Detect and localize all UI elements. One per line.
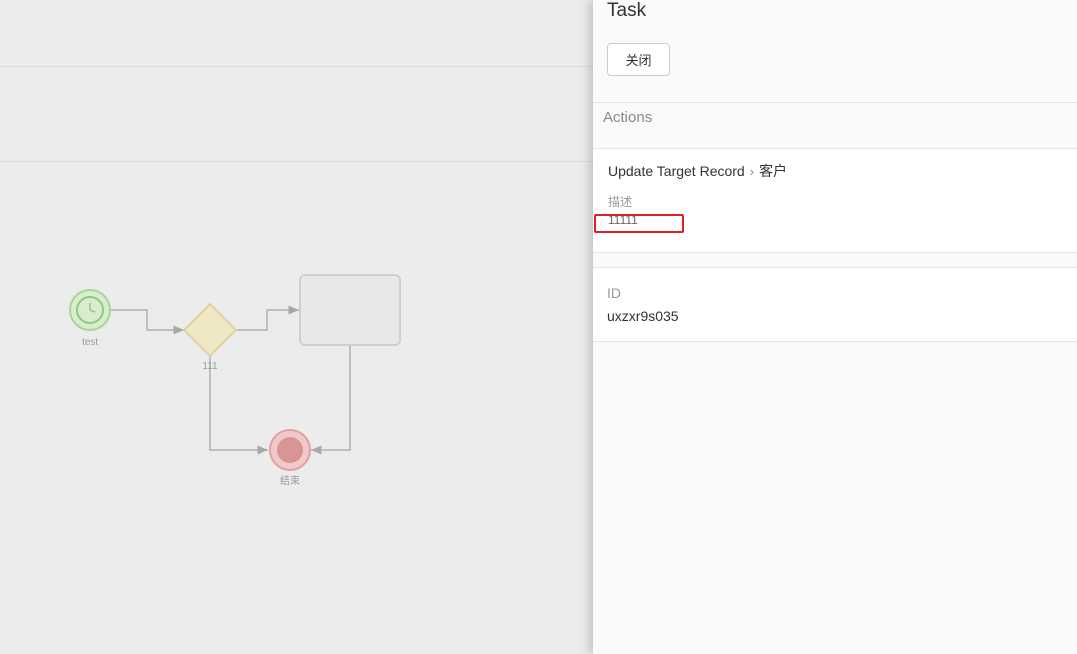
highlight-box <box>594 214 684 233</box>
actions-heading: Actions <box>603 109 653 126</box>
description-label: 描述 <box>608 195 633 209</box>
close-button[interactable]: 关闭 <box>607 43 670 76</box>
id-value: uxzxr9s035 <box>607 308 679 324</box>
sequence-flow <box>111 309 184 335</box>
task-properties-panel: Task 关闭 Actions Update Target Record › 客户 … <box>593 0 1077 654</box>
start-timer-event <box>69 289 111 331</box>
panel-header: Task 关闭 <box>593 0 1077 103</box>
action-title: Update Target Record › 客户 <box>608 161 787 181</box>
gateway-label: 111 <box>202 361 218 372</box>
end-event <box>269 429 311 471</box>
sequence-flow <box>311 346 351 455</box>
chevron-right-icon: › <box>749 164 755 179</box>
process-diagram: test 111 结束 <box>69 274 401 487</box>
id-label: ID <box>607 285 621 301</box>
end-event-label: 结束 <box>280 474 300 487</box>
gateway <box>182 302 238 358</box>
sequence-flow <box>209 355 268 455</box>
sequence-flow <box>236 305 299 331</box>
action-type: Update Target Record <box>608 163 745 179</box>
task-box <box>299 274 401 346</box>
panel-title: Task <box>607 0 647 21</box>
action-item[interactable]: Update Target Record › 客户 描述 11111 <box>593 149 1077 253</box>
start-event-label: test <box>82 337 98 348</box>
action-target: 客户 <box>759 163 788 179</box>
id-block: ID uxzxr9s035 <box>593 267 1077 342</box>
process-canvas[interactable]: test 111 结束 <box>0 0 593 654</box>
